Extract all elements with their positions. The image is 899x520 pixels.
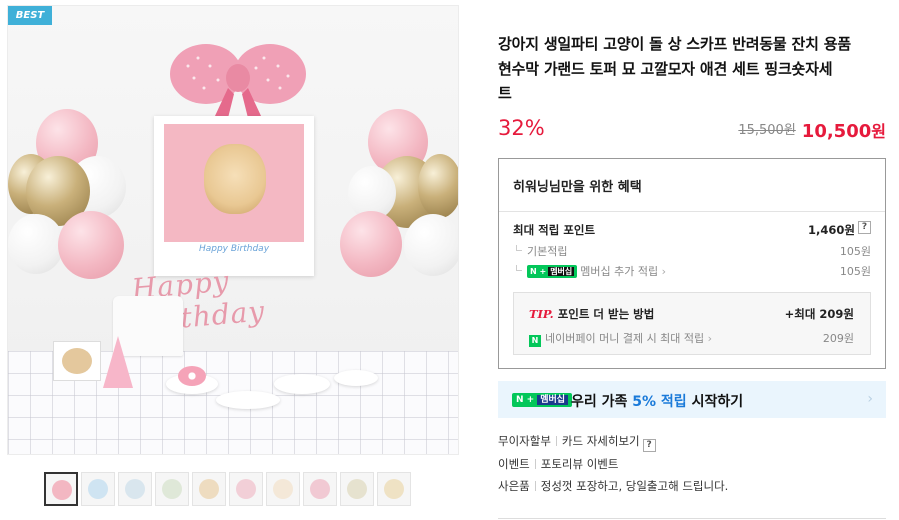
naverpay-points-label: 네이버페이 머니 결제 시 최대 적립 xyxy=(545,332,705,345)
price-row: 32% 15,500원 10,500원 xyxy=(498,116,886,146)
naver-plus-badge: N + 멤버십 xyxy=(512,393,573,407)
product-gallery: BEST Happy Birthday Happy Birthday xyxy=(0,0,462,520)
promo-text-before: 우리 가족 xyxy=(571,394,628,410)
naverpay-points-link[interactable]: N 네이버페이 머니 결제 시 최대 적립 › xyxy=(529,330,712,347)
title-line: 강아지 생일파티 고양이 돌 상 스카프 반려동물 잔치 용품 xyxy=(498,35,851,53)
tip-max-value: +최대 209원 xyxy=(784,307,854,321)
max-points-value: 1,460원 xyxy=(808,223,855,237)
badge-membership: 멤버십 xyxy=(548,267,575,276)
chevron-right-icon: › xyxy=(867,391,873,407)
separator xyxy=(555,436,557,446)
poster-photo xyxy=(164,124,304,242)
basic-points-label: 기본적립 xyxy=(527,245,568,258)
party-hat xyxy=(103,336,133,388)
event-value[interactable]: 포토리뷰 이벤트 xyxy=(541,457,619,471)
benefit-box: 히워닝님만을 위한 혜택 최대 적립 포인트 1,460원 ? 기본적립 105… xyxy=(498,158,886,369)
promo-highlight: 5% 적립 xyxy=(632,394,687,410)
event-label: 이벤트 xyxy=(498,457,530,471)
membership-points-value: 105원 xyxy=(839,265,871,278)
birthday-poster: Happy Birthday xyxy=(154,116,314,276)
title-line: 트 xyxy=(498,84,512,102)
installment-row: 무이자할부 카드 자세히보기? xyxy=(498,433,886,452)
naver-plus-badge: N + 멤버십 xyxy=(527,265,578,278)
photo-frame xyxy=(53,341,101,381)
tip-box: TIP. 포인트 더 받는 방법 +최대 209원 N 네이버페이 머니 결제 시 … xyxy=(513,292,871,355)
product-photo-scene: Happy Birthday Happy Birthday xyxy=(8,6,458,454)
thumbnail[interactable] xyxy=(118,472,152,506)
thumbnail[interactable] xyxy=(266,472,300,506)
sale-price: 10,500 xyxy=(801,121,872,142)
thumbnail[interactable] xyxy=(155,472,189,506)
help-icon[interactable]: ? xyxy=(642,439,656,452)
main-product-image[interactable]: BEST Happy Birthday Happy Birthday xyxy=(7,5,459,455)
thumbnail[interactable] xyxy=(44,472,78,506)
balloon xyxy=(8,214,64,274)
thumbnail[interactable] xyxy=(81,472,115,506)
product-title: 강아지 생일파티 고양이 돌 상 스카프 반려동물 잔치 용품 현수막 가랜드 … xyxy=(498,32,888,106)
event-row: 이벤트 포토리뷰 이벤트 xyxy=(498,456,886,472)
thumbnail[interactable] xyxy=(229,472,263,506)
donut xyxy=(178,366,206,386)
tip-title: TIP. 포인트 더 받는 방법 xyxy=(529,306,654,322)
balloon xyxy=(58,211,124,279)
divider xyxy=(498,518,886,519)
product-info: 강아지 생일파티 고양이 돌 상 스카프 반려동물 잔치 용품 현수막 가랜드 … xyxy=(498,0,888,520)
gift-row: 사은품 정성껏 포장하고, 당일출고해 드립니다. xyxy=(498,478,886,494)
thumbnail-strip xyxy=(44,472,411,510)
gift-label: 사은품 xyxy=(498,479,530,493)
membership-points-link[interactable]: N + 멤버십 멤버십 추가 적립 › xyxy=(527,263,666,279)
naverpay-icon: N xyxy=(529,335,541,347)
naverpay-points-value: 209원 xyxy=(822,332,854,345)
badge-n: N + xyxy=(516,395,535,405)
help-icon[interactable]: ? xyxy=(858,221,871,234)
plate xyxy=(274,374,330,394)
thumbnail[interactable] xyxy=(192,472,226,506)
sale-price-unit: 원 xyxy=(871,122,886,141)
gift-value: 정성껏 포장하고, 당일출고해 드립니다. xyxy=(540,479,729,493)
title-line: 현수막 가랜드 토퍼 묘 고깔모자 애견 세트 핑크숏자세 xyxy=(498,59,833,78)
discount-rate: 32% xyxy=(498,116,545,140)
balloon xyxy=(418,154,458,218)
separator xyxy=(534,459,536,469)
thumbnail[interactable] xyxy=(377,472,411,506)
chevron-right-icon: › xyxy=(707,332,713,345)
poster-caption: Happy Birthday xyxy=(198,244,270,254)
dog-photo xyxy=(204,144,266,214)
best-badge: BEST xyxy=(8,6,52,25)
badge-membership: 멤버십 xyxy=(537,395,569,405)
installment-label: 무이자할부 xyxy=(498,434,551,448)
max-points-label: 최대 적립 포인트 xyxy=(513,223,596,237)
divider xyxy=(499,211,885,212)
thumbnail[interactable] xyxy=(303,472,337,506)
tip-prefix: TIP. xyxy=(529,307,554,321)
card-detail-link[interactable]: 카드 자세히보기 xyxy=(562,434,640,448)
badge-n: N + xyxy=(530,267,547,276)
chevron-right-icon: › xyxy=(661,265,667,278)
membership-promo-banner[interactable]: N + 멤버십 우리 가족 5% 적립 시작하기 › xyxy=(498,381,886,418)
balloon xyxy=(404,214,458,276)
price-group: 15,500원 10,500원 xyxy=(738,118,886,142)
separator xyxy=(534,481,536,491)
basic-points-value: 105원 xyxy=(839,245,871,258)
benefit-title: 히워닝님만을 위한 혜택 xyxy=(513,180,642,195)
branch-icon xyxy=(516,245,522,251)
plate xyxy=(334,370,378,386)
promo-text-after: 시작하기 xyxy=(691,394,744,410)
promo-text: 우리 가족 5% 적립 시작하기 xyxy=(571,391,743,411)
branch-icon xyxy=(516,265,522,271)
original-price: 15,500원 xyxy=(738,123,796,138)
thumbnail[interactable] xyxy=(340,472,374,506)
tip-title-text: 포인트 더 받는 방법 xyxy=(557,307,655,321)
membership-points-label: 멤버십 추가 적립 xyxy=(580,265,659,278)
balloon xyxy=(340,211,402,277)
plate xyxy=(216,391,280,409)
